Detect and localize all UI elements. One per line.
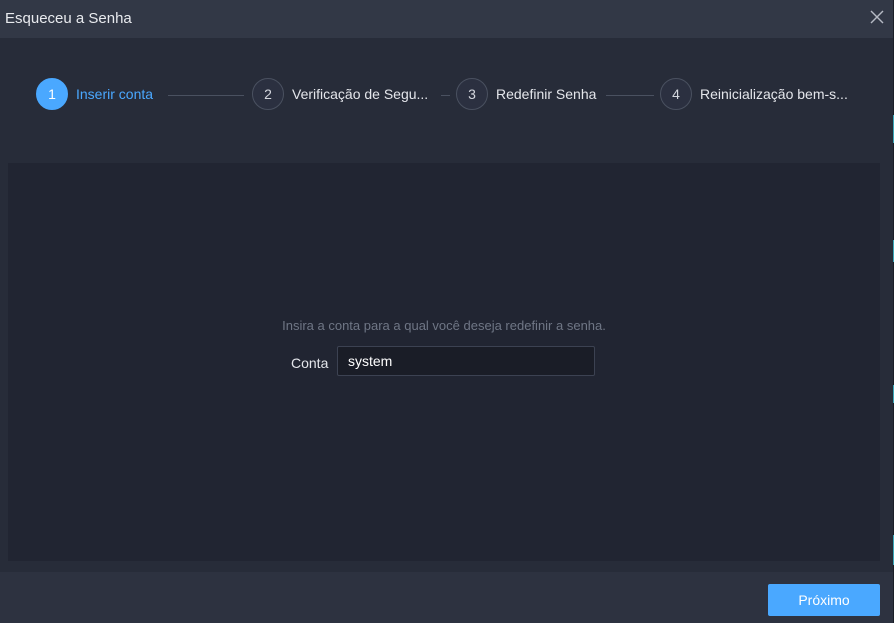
step-4-number: 4 [660, 78, 692, 110]
step-1-number: 1 [36, 78, 68, 110]
step-3-label: Redefinir Senha [496, 86, 597, 102]
close-button[interactable] [866, 6, 888, 28]
dialog-title: Esqueceu a Senha [5, 10, 132, 27]
step-connector-3-4 [606, 95, 654, 96]
step-connector-1-2 [168, 95, 244, 96]
next-button[interactable]: Próximo [768, 584, 880, 616]
forgot-password-dialog: Esqueceu a Senha 1 Inserir conta 2 Verif… [0, 0, 893, 623]
account-label: Conta [291, 355, 329, 371]
dialog-footer: Próximo [0, 572, 893, 623]
step-3-number: 3 [456, 78, 488, 110]
step-1-label: Inserir conta [76, 86, 154, 102]
step-4-label: Reinicialização bem-s... [700, 86, 848, 102]
instruction-text: Insira a conta para a qual você deseja r… [282, 318, 606, 333]
account-input[interactable] [337, 346, 595, 376]
content-panel: Insira a conta para a qual você deseja r… [8, 163, 880, 561]
dialog-titlebar: Esqueceu a Senha [0, 0, 893, 38]
close-icon [870, 10, 884, 24]
step-2-number: 2 [252, 78, 284, 110]
step-2-label: Verificação de Segu... [292, 86, 429, 102]
step-connector-2-3 [441, 95, 450, 96]
